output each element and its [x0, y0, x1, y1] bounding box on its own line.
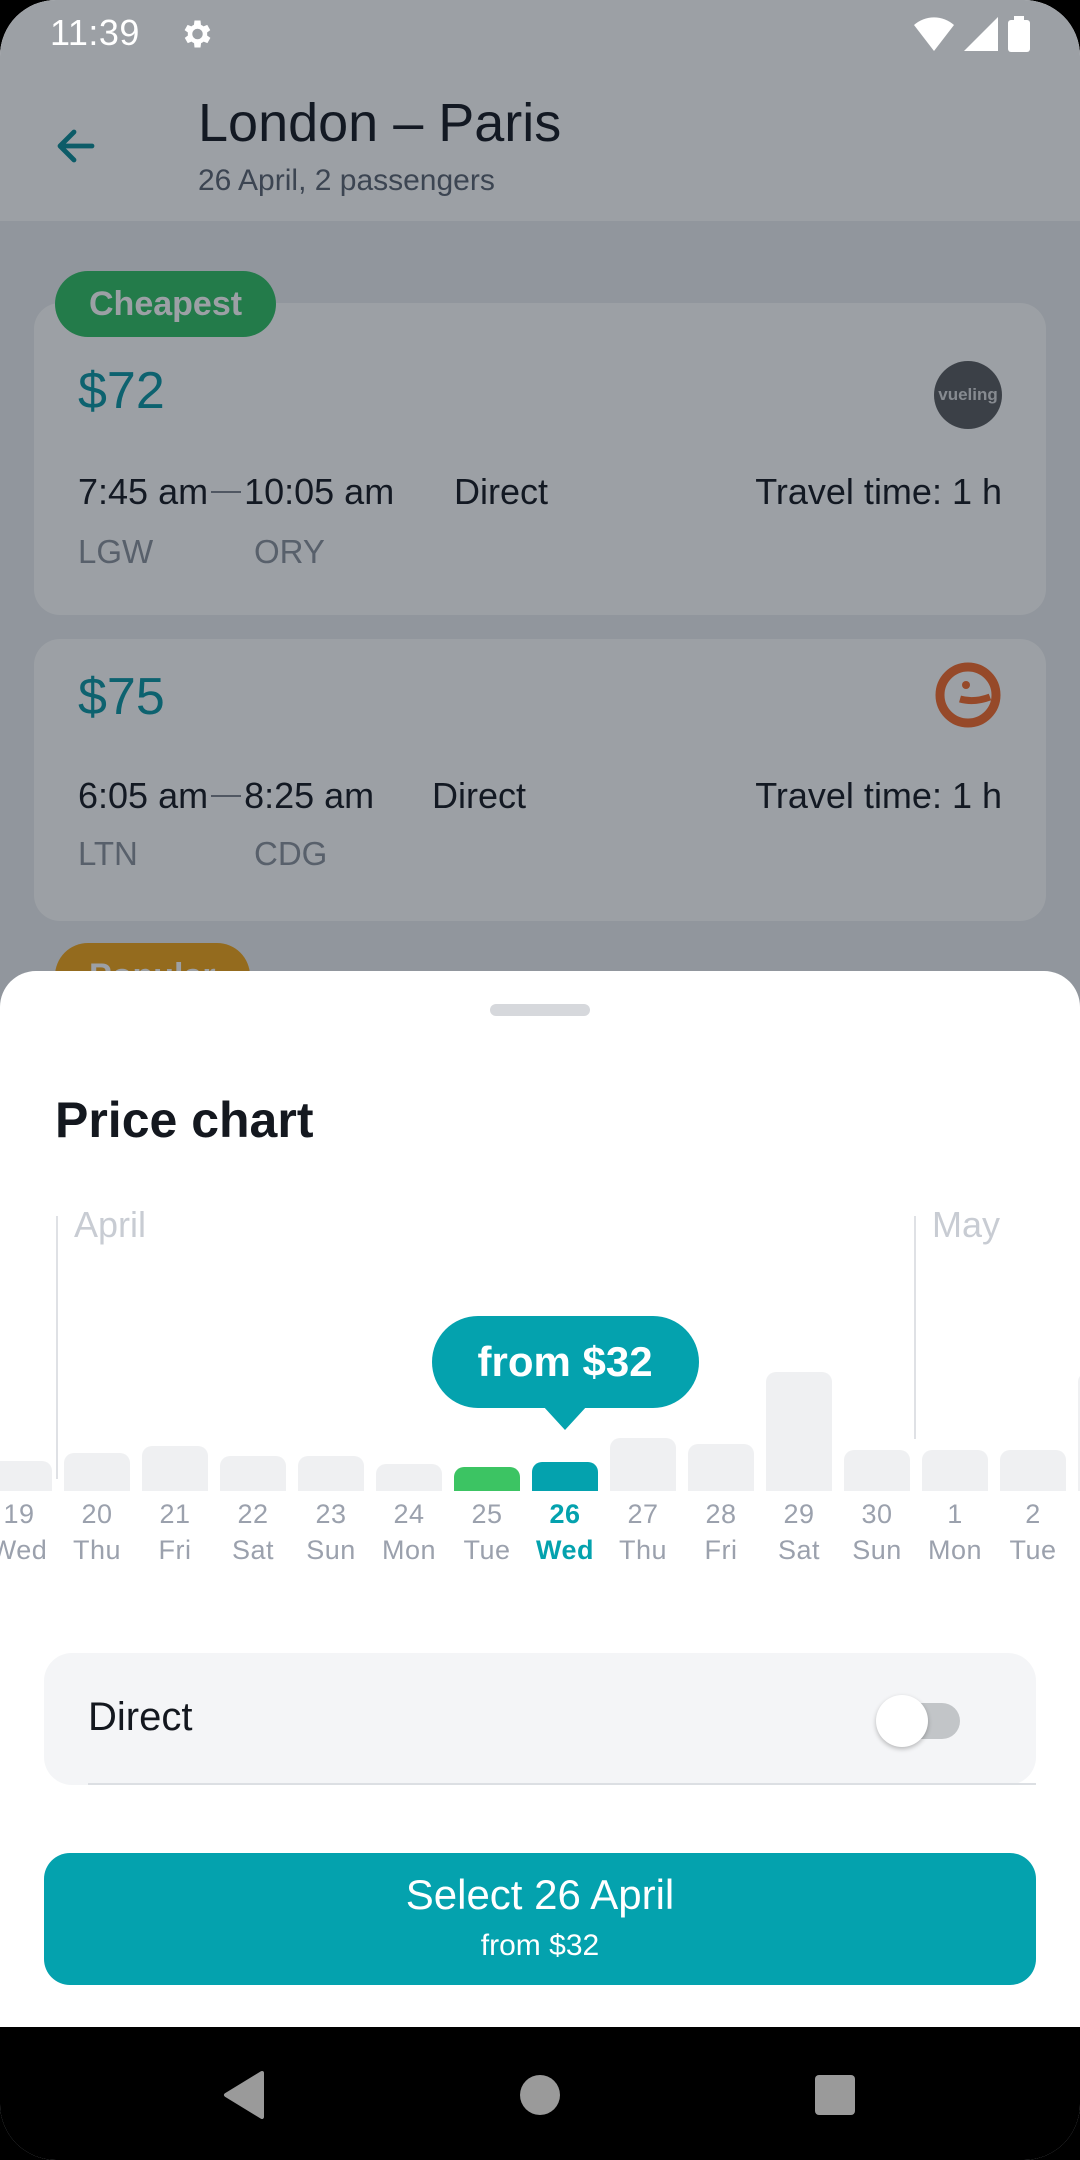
price-bar[interactable]	[688, 1444, 754, 1491]
weekday-label: Tue	[1009, 1535, 1057, 1565]
system-nav-bar	[0, 2027, 1080, 2160]
day-number-label: 20	[81, 1499, 113, 1529]
weekday-label: Wed	[535, 1535, 594, 1565]
day-number-label: 29	[783, 1499, 815, 1529]
price-bar[interactable]	[64, 1453, 130, 1491]
weekday-label: Fri	[704, 1535, 738, 1565]
day-number-label: 26	[549, 1499, 581, 1529]
day-number-label: 27	[627, 1499, 659, 1529]
day-number-label: 19	[3, 1499, 35, 1529]
drag-handle[interactable]	[490, 1004, 590, 1016]
weekday-label: Wed	[1072, 1535, 1080, 1566]
day-number-label: 30	[861, 1499, 893, 1529]
weekday-label: Sun	[852, 1535, 902, 1565]
day-number-label: 22	[237, 1499, 269, 1529]
select-date-button[interactable]: Select 26 April from $32	[44, 1853, 1036, 1985]
month-divider	[914, 1216, 916, 1439]
weekday-label: Fri	[158, 1535, 192, 1565]
weekday-label: Wed	[0, 1535, 48, 1565]
price-chart: April May 19 Wed 20 Thu 21 Fri 22 Sat 23 Sun 24 Mon 25…	[0, 1196, 1080, 1576]
price-bar[interactable]	[532, 1462, 598, 1491]
day-number-label: 24	[393, 1499, 425, 1529]
price-bar[interactable]	[1000, 1450, 1066, 1491]
day-number-label: 23	[315, 1499, 347, 1529]
weekday-label: Thu	[72, 1535, 122, 1565]
tooltip-pointer	[543, 1406, 587, 1430]
day-number-label: 1	[947, 1499, 963, 1529]
select-date-label: Select 26 April	[405, 1871, 675, 1918]
month-divider	[56, 1216, 58, 1479]
price-chart-sheet: Price chart April May 19 Wed 20 Thu 21 Fri 22 Sat…	[0, 971, 1080, 2027]
phone-screen: 11:39 London – Paris 26 April, 2 passeng…	[0, 0, 1080, 2160]
nav-home-button[interactable]	[510, 2065, 570, 2125]
battery-icon	[1008, 16, 1030, 52]
weekday-label: Sun	[306, 1535, 356, 1565]
day-number-label: 2	[1025, 1499, 1041, 1529]
price-bar[interactable]	[922, 1450, 988, 1491]
month-label: May	[932, 1204, 1001, 1245]
price-bar[interactable]	[298, 1456, 364, 1491]
back-triangle-icon	[224, 2071, 264, 2119]
price-tooltip: from $32	[431, 1316, 699, 1408]
month-label: April	[74, 1204, 147, 1245]
weekday-label: Thu	[618, 1535, 668, 1565]
price-bar[interactable]	[376, 1464, 442, 1491]
price-bar[interactable]	[454, 1467, 520, 1491]
signal-icon	[964, 17, 998, 51]
nav-back-button[interactable]	[214, 2065, 274, 2125]
day-number-label: 3	[1072, 1499, 1080, 1530]
price-bar[interactable]	[610, 1438, 676, 1491]
price-bar[interactable]	[220, 1456, 286, 1491]
home-circle-icon	[520, 2075, 560, 2115]
status-time: 11:39	[50, 12, 140, 53]
weekday-label: Sat	[777, 1535, 821, 1565]
direct-switch-thumb[interactable]	[876, 1695, 928, 1747]
sheet-title: Price chart	[55, 1092, 314, 1148]
direct-label: Direct	[88, 1695, 193, 1739]
day-number-label: 28	[705, 1499, 737, 1529]
weekday-label: Mon	[381, 1535, 437, 1565]
price-bar[interactable]	[766, 1372, 832, 1491]
day-number-label: 25	[471, 1499, 503, 1529]
weekday-label: Mon	[927, 1535, 983, 1565]
recents-square-icon	[815, 2075, 855, 2115]
status-icons	[914, 16, 1030, 52]
day-number-label: 21	[159, 1499, 191, 1529]
price-bar[interactable]	[844, 1450, 910, 1491]
select-date-price: from $32	[480, 1929, 600, 1962]
weekday-label: Sat	[231, 1535, 275, 1565]
gear-icon	[184, 20, 211, 48]
price-bar[interactable]	[0, 1461, 52, 1491]
price-bar[interactable]	[142, 1446, 208, 1491]
nav-recents-button[interactable]	[805, 2065, 865, 2125]
wifi-icon	[914, 17, 954, 51]
direct-toggle-row[interactable]: Direct	[44, 1653, 1036, 1785]
weekday-label: Tue	[463, 1535, 511, 1565]
